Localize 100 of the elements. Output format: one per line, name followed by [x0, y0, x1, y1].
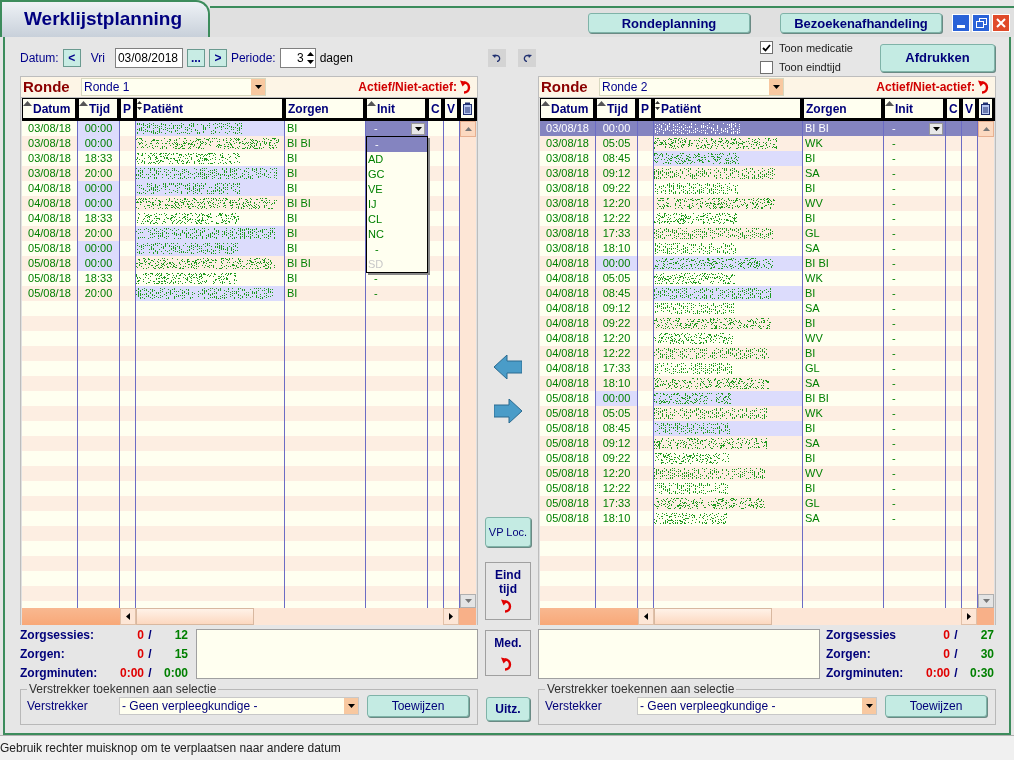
table-row[interactable]: 03/08/18 09:22 BI - [540, 181, 978, 196]
next-date-button[interactable]: > [208, 48, 227, 67]
assign-button[interactable]: Toewijzen [367, 695, 469, 717]
table-row[interactable]: 04/08/18 09:12 SA - [540, 301, 978, 316]
dropdown-button[interactable] [769, 79, 783, 95]
scroll-right-button[interactable] [961, 608, 977, 625]
table-row[interactable]: 05/08/18 12:22 BI - [540, 481, 978, 496]
column-header[interactable]: V [962, 98, 978, 121]
table-row[interactable]: 03/08/18 18:10 SA - [540, 241, 978, 256]
column-header[interactable]: Init [366, 98, 428, 121]
redo-button[interactable] [518, 48, 536, 67]
scroll-up-button[interactable] [978, 121, 994, 137]
table-row[interactable]: 03/08/18 12:22 BI - [540, 211, 978, 226]
column-header[interactable]: C [946, 98, 962, 121]
close-button[interactable] [992, 13, 1010, 32]
dropdown-option[interactable]: IJ [367, 197, 427, 212]
nurse-select[interactable]: - Geen verpleegkundige - [119, 697, 359, 715]
dropdown-option[interactable]: - [367, 242, 427, 257]
table-row[interactable]: 03/08/18 17:33 GL - [540, 226, 978, 241]
vertical-scrollbar[interactable] [978, 121, 994, 608]
scroll-left-button[interactable] [638, 608, 654, 625]
dropdown-button[interactable] [862, 698, 876, 714]
column-header[interactable]: Init [884, 98, 946, 121]
dropdown-button[interactable] [251, 79, 265, 95]
checkbox[interactable] [760, 41, 773, 55]
nav-button[interactable]: Bezoekenafhandeling [780, 12, 942, 33]
column-header[interactable]: Tijd [596, 98, 638, 121]
scroll-left-button[interactable] [120, 608, 136, 625]
dropdown-option[interactable]: VE [367, 182, 427, 197]
left-arrow-icon[interactable] [494, 355, 522, 379]
table-row[interactable]: 03/08/18 00:00 BI BI - [540, 121, 978, 136]
date-picker-button[interactable]: ... [186, 48, 205, 67]
column-header[interactable]: Patiënt [654, 98, 803, 121]
minimize-button[interactable] [952, 13, 970, 32]
end-time-button[interactable]: Eind tijd [485, 562, 531, 620]
horizontal-scrollbar[interactable] [22, 608, 476, 625]
table-row[interactable]: 05/08/18 17:33 GL - [540, 496, 978, 511]
table-row[interactable]: 04/08/18 05:05 WK - [540, 271, 978, 286]
scroll-up-button[interactable] [460, 121, 476, 137]
right-arrow-icon[interactable] [494, 399, 522, 423]
restore-button[interactable] [972, 13, 990, 32]
vertical-scrollbar[interactable] [460, 121, 476, 608]
column-header[interactable] [978, 98, 995, 121]
table-row[interactable]: 05/08/18 05:05 WK - [540, 406, 978, 421]
table-row[interactable]: 03/08/18 05:05 WK - [540, 136, 978, 151]
dropdown-option[interactable]: NC [367, 227, 427, 242]
assign-button[interactable]: Toewijzen [885, 695, 987, 717]
notes-field[interactable] [538, 629, 820, 679]
column-header[interactable]: Patiënt [136, 98, 285, 121]
table-row[interactable]: 05/08/18 09:22 BI - [540, 451, 978, 466]
vp-location-button[interactable]: VP Loc. [485, 517, 531, 547]
dropdown-option[interactable]: GC [367, 167, 427, 182]
column-header[interactable]: Zorgen [285, 98, 366, 121]
table-row[interactable]: 04/08/18 00:00 BI BI - [540, 256, 978, 271]
column-header[interactable]: Datum [22, 98, 78, 121]
table-row[interactable]: 05/08/18 00:00 BI BI - [540, 391, 978, 406]
ronde-select[interactable]: Ronde 1 [81, 78, 266, 96]
table-row[interactable]: 05/08/18 18:33 BI - [22, 271, 460, 286]
dropdown-option[interactable]: CL [367, 212, 427, 227]
column-header[interactable]: V [444, 98, 460, 121]
scroll-thumb[interactable] [654, 608, 772, 625]
date-field[interactable]: 03/08/2018 [114, 47, 183, 68]
scroll-down-button[interactable] [978, 594, 994, 608]
horizontal-scrollbar[interactable] [540, 608, 994, 625]
table-row[interactable]: 04/08/18 12:20 WV - [540, 331, 978, 346]
table-row[interactable]: 03/08/18 08:45 BI - [540, 151, 978, 166]
nav-button[interactable]: Rondeplanning [588, 12, 750, 33]
scroll-right-button[interactable] [443, 608, 459, 625]
table-row[interactable]: 05/08/18 08:45 BI - [540, 421, 978, 436]
table-row[interactable]: 05/08/18 09:12 SA - [540, 436, 978, 451]
table-row[interactable]: 03/08/18 12:20 WV - [540, 196, 978, 211]
undo-button[interactable] [488, 48, 506, 67]
table-row[interactable]: 04/08/18 18:10 SA - [540, 376, 978, 391]
ronde-select[interactable]: Ronde 2 [599, 78, 784, 96]
print-button[interactable]: Afdrukken [880, 43, 995, 72]
table-row[interactable]: 04/08/18 09:22 BI - [540, 316, 978, 331]
table-row[interactable]: 04/08/18 17:33 GL - [540, 361, 978, 376]
column-header[interactable]: P [638, 98, 654, 121]
scroll-thumb[interactable] [136, 608, 254, 625]
period-spinner[interactable]: 3 [279, 47, 316, 68]
notes-field[interactable] [196, 629, 478, 679]
column-header[interactable]: C [428, 98, 444, 121]
nurse-select[interactable]: - Geen verpleegkundige - [637, 697, 877, 715]
column-header[interactable]: Tijd [78, 98, 120, 121]
dropdown-option[interactable]: - [367, 137, 427, 152]
table-row[interactable]: 03/08/18 09:12 SA - [540, 166, 978, 181]
table-row[interactable]: 05/08/18 12:20 WV - [540, 466, 978, 481]
checkbox[interactable] [760, 60, 773, 74]
medication-button[interactable]: Med. [485, 630, 531, 676]
scroll-down-button[interactable] [460, 594, 476, 608]
window-title-tab[interactable]: Werklijstplanning [0, 0, 210, 37]
dropdown-button[interactable] [344, 698, 358, 714]
dropdown-button[interactable] [929, 122, 943, 135]
column-header[interactable]: P [120, 98, 136, 121]
table-row[interactable]: 05/08/18 20:00 BI - [22, 286, 460, 301]
table-row[interactable]: 04/08/18 08:45 BI - [540, 286, 978, 301]
dropdown-option[interactable]: AD [367, 152, 427, 167]
column-header[interactable]: Datum [540, 98, 596, 121]
table-row[interactable]: 05/08/18 18:10 SA - [540, 511, 978, 526]
column-header[interactable]: Zorgen [803, 98, 884, 121]
